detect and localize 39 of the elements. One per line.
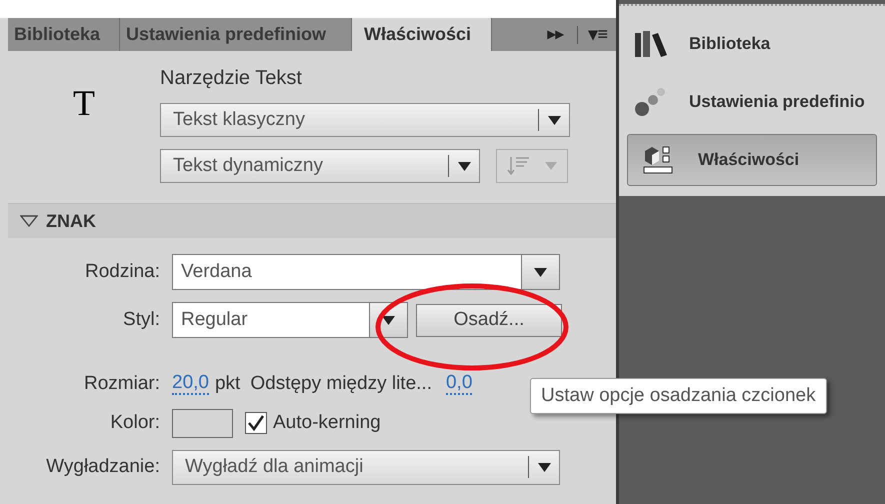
caret-icon <box>458 162 470 170</box>
antialias-dropdown[interactable]: Wygładź dla animacji <box>172 450 560 484</box>
style-label: Styl: <box>122 308 160 332</box>
panel-tab[interactable]: Właściwości <box>352 18 492 51</box>
size-value-link[interactable]: 20,0 <box>172 373 209 396</box>
letter-spacing-label: Odstępy między lite... <box>250 372 432 396</box>
caret-icon <box>548 116 560 124</box>
caret-icon <box>534 268 547 276</box>
letter-spacing-value-link[interactable]: 0,0 <box>446 373 472 396</box>
tooltip: Ustaw opcje osadzania czcionek <box>530 378 827 414</box>
antialias-label: Wygładzanie: <box>45 454 160 479</box>
books-icon <box>633 29 669 59</box>
text-engine-dropdown[interactable]: Tekst klasyczny <box>160 103 570 137</box>
panel-menu-button[interactable]: ▾≡ <box>588 21 608 48</box>
expand-panel-button[interactable]: ▸▸ <box>547 22 568 46</box>
family-label: Rodzina: <box>84 260 160 284</box>
panel-list-item[interactable]: Właściwości <box>627 134 877 186</box>
disclosure-triangle-icon <box>20 215 38 227</box>
auto-kerning-checkbox[interactable] <box>245 412 267 434</box>
embed-button[interactable]: Osadź... <box>416 304 562 336</box>
color-swatch[interactable] <box>172 408 233 438</box>
caret-icon <box>382 316 395 324</box>
section-title: ZNAK <box>46 210 96 232</box>
tool-title: Narzędzie Tekst <box>160 66 303 91</box>
check-icon <box>247 414 265 432</box>
size-unit: pkt <box>214 372 240 396</box>
paragraph-direction-icon <box>507 155 531 177</box>
auto-kerning-label: Auto-kerning <box>273 410 381 435</box>
section-header[interactable]: ZNAK <box>8 203 616 238</box>
text-type-dropdown[interactable]: Tekst dynamiczny <box>160 149 480 183</box>
font-style-field[interactable]: Regular <box>172 302 408 338</box>
size-label: Rozmiar: <box>82 372 160 396</box>
panel-list-item[interactable]: Ustawienia predefinio <box>619 76 885 128</box>
font-family-field[interactable]: Verdana <box>172 254 560 290</box>
caret-icon <box>538 462 550 472</box>
color-label: Kolor: <box>109 410 160 435</box>
caret-icon <box>545 162 557 170</box>
panel-list-item[interactable]: Biblioteka <box>619 18 885 70</box>
text-tool-icon: T <box>73 85 95 183</box>
